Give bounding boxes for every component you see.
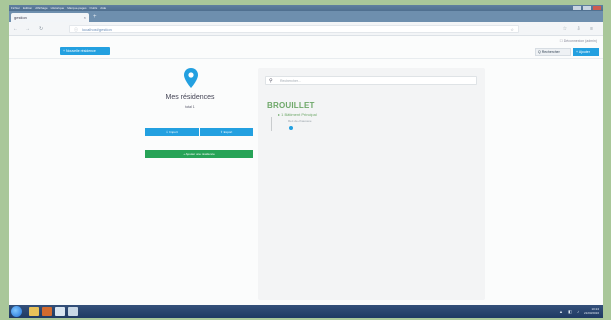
residence-count: total 1 [185,105,195,109]
url-text: localhost/gestion [82,27,112,32]
maximize-button[interactable] [583,6,591,10]
menu-item-marque-pages[interactable]: Marque-pages [67,6,86,10]
page-title: Mes résidences [165,94,215,101]
import-button[interactable]: ⇩ Import [145,128,199,136]
add-button[interactable]: + Ajouter [573,48,599,56]
browser-taskbar-icon[interactable] [55,307,65,316]
search-placeholder: Rechercher... [280,79,301,83]
browser-window: Fichier Edition Affichage Historique Mar… [9,5,603,318]
site-info-icon[interactable]: ⓘ [74,27,78,33]
address-bar: ← → ↻ ⓘ localhost/gestion ☆ ☆ ⇩ ≡ [9,22,603,36]
new-residence-button[interactable]: + Nouvelle résidence [60,47,110,55]
export-button[interactable]: ⇧ Export [199,128,253,136]
tab-close-icon[interactable]: × [84,15,86,20]
system-tray-icons[interactable]: ▲ ◧ ♪ [559,309,581,314]
bookmark-star-icon[interactable]: ☆ [510,27,514,32]
back-icon[interactable]: ← [13,26,18,32]
menu-item-edition[interactable]: Edition [23,6,32,10]
tree-subnode[interactable]: Rez-de-chaussée [288,119,312,123]
search-icon: ⚲ [269,78,273,84]
tree-search-input[interactable]: ⚲ Rechercher... [265,76,477,85]
app-toolbar: ☐ Déconnexion (admin) + Nouvelle résiden… [9,36,603,59]
tree-root-brouillet[interactable]: BROUILLET [267,101,315,110]
tree-node-batiment[interactable]: ▸ 1 Bâtiment Principal [278,112,317,117]
media-player-icon[interactable] [42,307,52,316]
browser-toolbar-icons[interactable]: ☆ ⇩ ≡ [563,26,597,32]
logout-link[interactable]: ☐ Déconnexion (admin) [560,39,597,43]
menu-item-fichier[interactable]: Fichier [11,6,20,10]
add-residence-button[interactable]: + Ajouter une résidence [145,150,253,158]
tab-gestion[interactable]: gestion × [11,13,89,22]
new-tab-icon[interactable]: + [93,14,97,20]
menu-item-outils[interactable]: Outils [90,6,98,10]
import-export-group: ⇩ Import ⇧ Export [145,128,253,136]
folder-icon[interactable] [29,307,39,316]
tab-title: gestion [14,15,27,20]
map-pin-icon [184,68,198,88]
reload-icon[interactable]: ↻ [39,26,43,32]
tree-connector [271,117,272,131]
menu-item-historique[interactable]: Historique [51,6,65,10]
url-field[interactable]: ⓘ localhost/gestion ☆ [69,25,519,33]
minimize-button[interactable] [573,6,581,10]
forward-icon[interactable]: → [25,26,30,32]
clock[interactable]: 10:24 21/03/2016 [584,307,599,315]
tree-bullet-icon [289,126,293,130]
menu-item-affichage[interactable]: Affichage [35,6,47,10]
taskbar: ▲ ◧ ♪ 10:24 21/03/2016 [9,305,603,318]
menu-item-aide[interactable]: Aide [100,6,106,10]
search-button[interactable]: Q Rechercher [535,48,571,56]
close-window-button[interactable] [593,6,601,10]
clock-date: 21/03/2016 [583,311,599,315]
tab-strip: gestion × + [9,11,603,22]
start-button[interactable] [11,306,22,317]
app-taskbar-icon[interactable] [68,307,78,316]
residence-tree-panel: ⚲ Rechercher... BROUILLET ▸ 1 Bâtiment P… [258,68,485,300]
